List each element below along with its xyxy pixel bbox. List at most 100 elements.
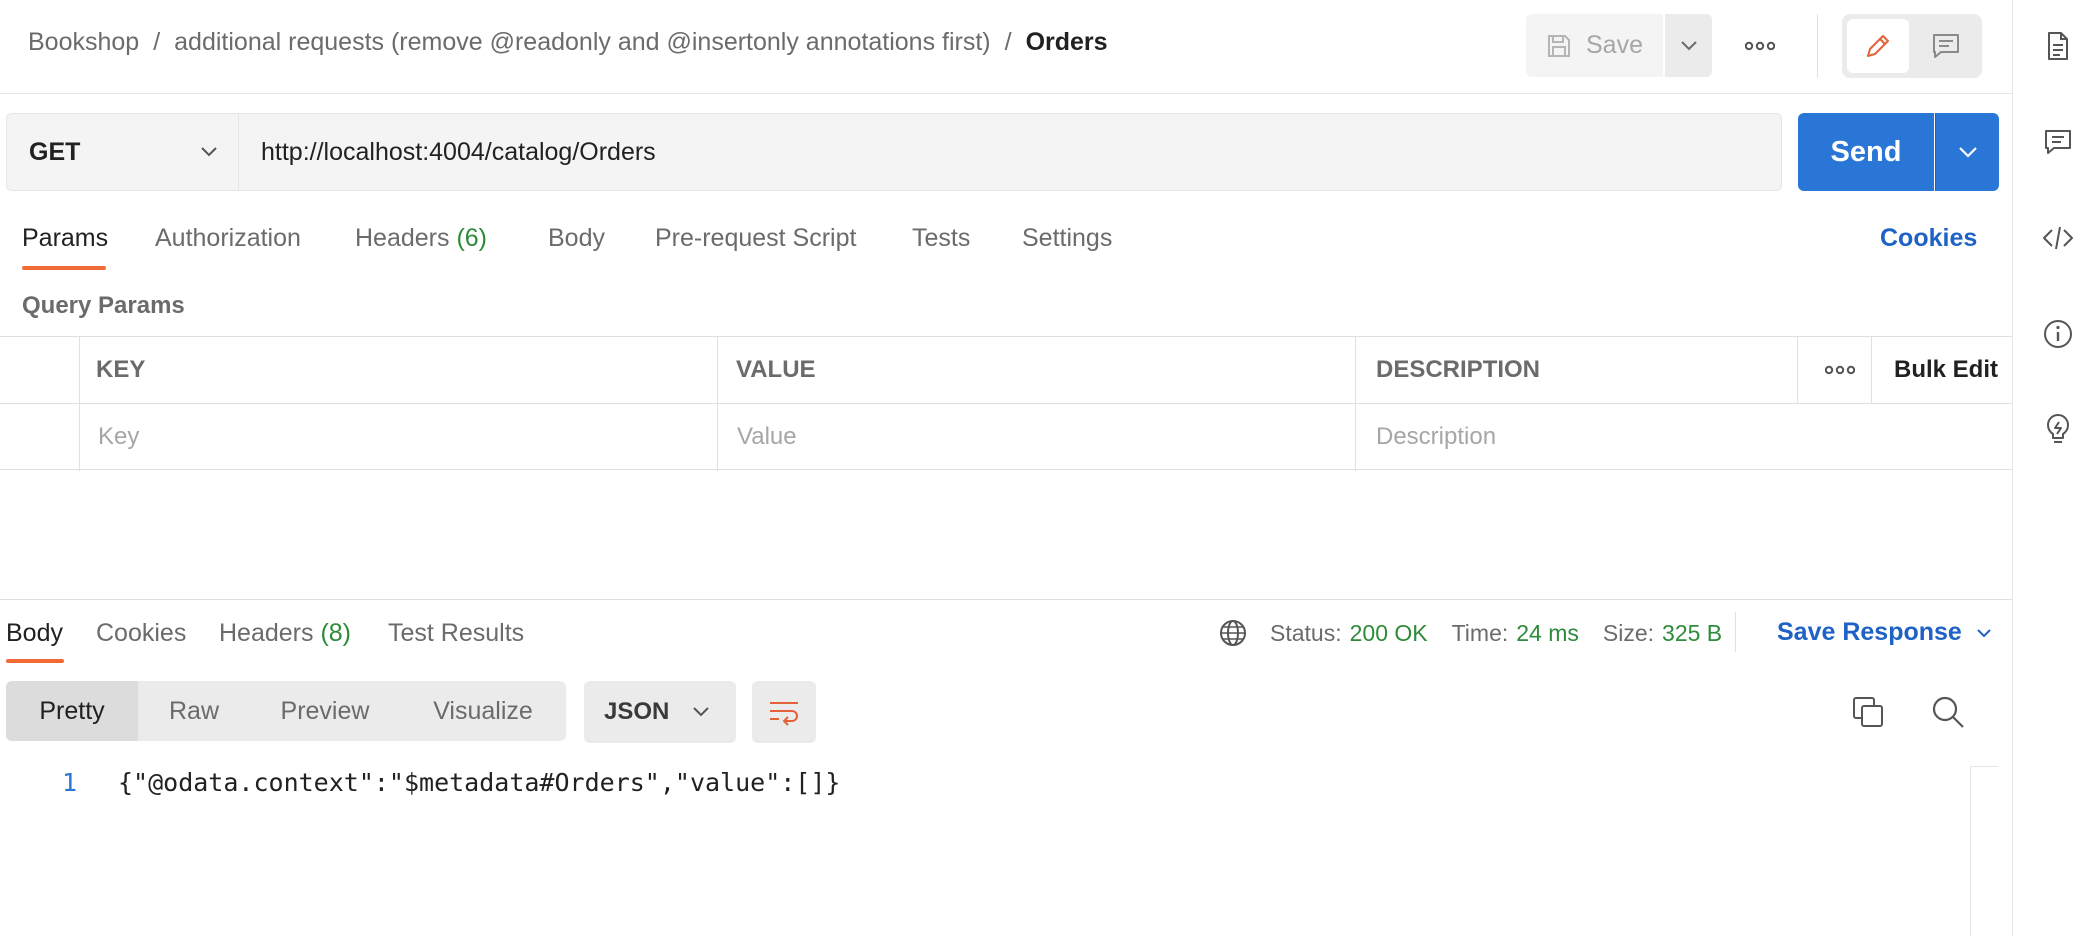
column-description: DESCRIPTION [1376,356,1541,383]
tab-label: Test Results [388,619,525,647]
comment-mode-button[interactable] [1915,19,1977,73]
save-button-group: Save [1526,14,1712,77]
column-options-button[interactable] [1804,337,1876,403]
bulk-edit-button[interactable]: Bulk Edit [1894,337,1998,403]
document-icon[interactable] [2042,30,2074,62]
text-wrap-icon [767,698,801,726]
response-pane-divider[interactable] [0,599,2012,600]
save-response-button[interactable]: Save Response [1777,618,1992,647]
globe-icon[interactable] [1218,618,1248,648]
http-method-value: GET [29,137,81,166]
lightbulb-icon[interactable] [2042,412,2074,444]
active-tab-indicator [6,659,64,663]
tab-label: Settings [1022,224,1113,252]
time-label: Time: [1451,619,1509,646]
view-mode-visualize[interactable]: Visualize [400,681,566,741]
tab-params[interactable]: Params [22,224,108,253]
breadcrumb-request-name[interactable]: Orders [1026,28,1108,57]
view-mode-pretty[interactable]: Pretty [6,681,138,741]
size-value[interactable]: 325 B [1662,620,1722,647]
wrap-lines-button[interactable] [752,681,816,743]
copy-icon[interactable] [1850,694,1886,730]
table-column-divider [1797,337,1798,403]
query-params-title: Query Params [22,292,185,319]
tab-label: Tests [912,224,971,252]
tab-label: Params [22,224,109,252]
comment-icon [1931,32,1961,60]
tab-label: Pre-request Script [655,224,857,252]
param-key-input[interactable]: Key [98,404,139,470]
response-tab-body[interactable]: Body [6,619,63,648]
tab-count-badge: (8) [320,619,352,647]
view-mode-raw[interactable]: Raw [138,681,250,741]
pencil-icon [1863,31,1893,61]
active-tab-indicator [22,266,106,270]
tab-headers[interactable]: Headers (6) [355,224,487,253]
tab-count-badge: (6) [456,224,488,252]
table-row: Key Value Description [0,404,2012,470]
line-number: 1 [62,768,78,797]
breadcrumb-collection[interactable]: Bookshop [28,28,139,57]
tab-label: Cookies [96,619,187,647]
more-horizontal-icon [1745,41,1775,51]
chevron-down-icon [200,146,218,158]
tab-authorization[interactable]: Authorization [155,224,301,253]
save-response-label: Save Response [1777,618,1962,646]
response-meta: Status: 200 OK Time: 24 ms Size: 325 B [1218,618,1722,648]
view-mode-group: Pretty Raw Preview Visualize [6,681,566,741]
size-label: Size: [1602,619,1655,646]
tab-tests[interactable]: Tests [912,224,970,253]
cookies-link[interactable]: Cookies [1880,224,1977,253]
tab-label: Headers [219,619,314,647]
table-column-divider [79,337,80,471]
format-value: JSON [604,698,670,725]
status-value[interactable]: 200 OK [1350,620,1428,647]
edit-mode-button[interactable] [1847,19,1909,73]
floppy-disk-icon [1546,33,1572,59]
tab-label: Body [6,619,63,647]
response-tab-test-results[interactable]: Test Results [388,619,524,648]
table-column-divider [1871,337,1872,403]
param-value-input[interactable]: Value [737,404,797,470]
chevron-down-icon [692,706,710,718]
search-icon[interactable] [1930,694,1966,730]
meta-divider [1735,612,1736,652]
breadcrumb-separator: / [1004,28,1012,56]
save-button-label: Save [1586,31,1643,59]
time-value[interactable]: 24 ms [1516,620,1579,647]
chevron-down-icon [1976,628,1992,638]
status-label: Status: [1270,619,1342,646]
query-params-table: KEY VALUE DESCRIPTION Bulk Edit Key Valu… [0,336,2012,471]
send-options-dropdown[interactable] [1935,113,1999,191]
right-sidebar [2012,0,2098,936]
http-method-select[interactable]: GET [6,113,238,191]
more-actions-button[interactable] [1736,22,1784,70]
table-column-divider [717,337,718,471]
tab-label: Headers [355,224,450,252]
info-icon[interactable] [2042,318,2074,350]
response-body-text[interactable]: {"@odata.context":"$metadata#Orders","va… [118,768,840,797]
chevron-down-icon [1680,40,1698,52]
column-value: VALUE [736,356,816,383]
save-options-dropdown[interactable] [1665,14,1712,77]
breadcrumb-folder[interactable]: additional requests (remove @readonly an… [174,28,990,57]
response-tab-cookies[interactable]: Cookies [96,619,186,648]
code-icon[interactable] [2042,222,2074,254]
table-header-row: KEY VALUE DESCRIPTION Bulk Edit [0,337,2012,403]
save-button[interactable]: Save [1526,14,1663,77]
chevron-down-icon [1958,146,1978,158]
format-select[interactable]: JSON [584,681,736,743]
tab-body[interactable]: Body [548,224,605,253]
editor-scrollbar[interactable] [1970,766,1998,936]
response-tab-headers[interactable]: Headers (8) [219,619,351,648]
more-horizontal-icon [1825,365,1855,375]
param-description-input[interactable]: Description [1376,404,1496,470]
url-input[interactable]: http://localhost:4004/catalog/Orders [238,113,1782,191]
tab-label: Body [548,224,605,252]
view-mode-preview[interactable]: Preview [250,681,400,741]
breadcrumb-separator: / [153,28,161,56]
tab-pre-request-script[interactable]: Pre-request Script [655,224,856,253]
tab-settings[interactable]: Settings [1022,224,1112,253]
comments-icon[interactable] [2042,126,2074,158]
send-button[interactable]: Send [1798,113,1934,191]
